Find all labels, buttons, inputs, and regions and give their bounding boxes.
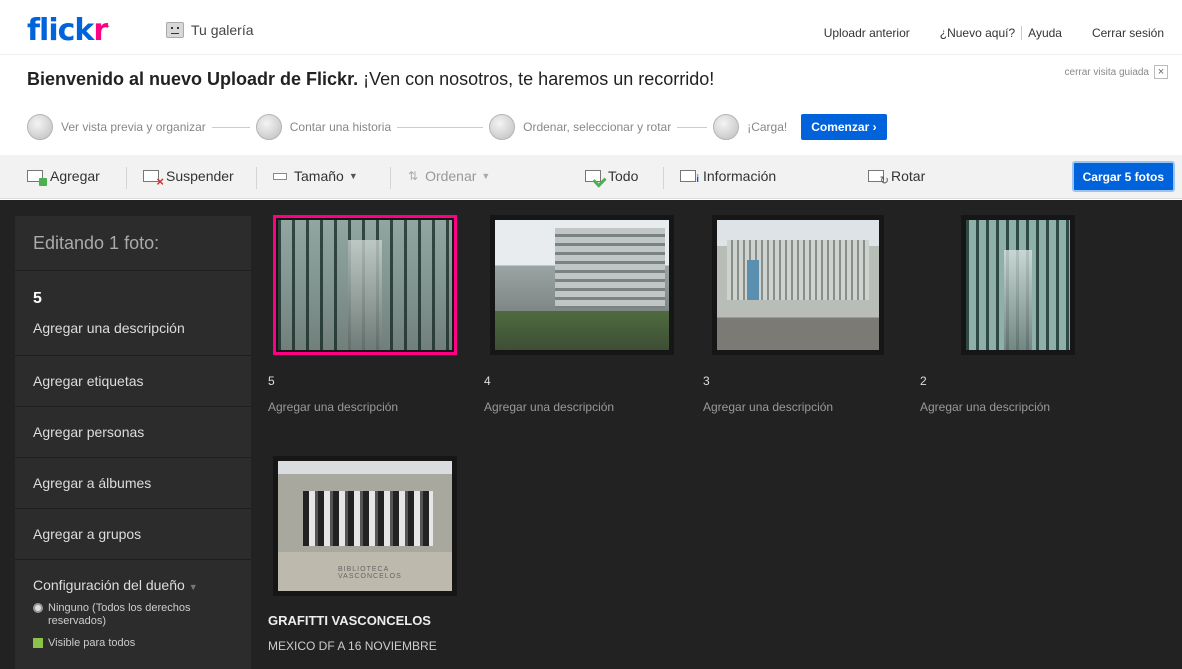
- old-uploadr-link[interactable]: Uploadr anterior: [818, 26, 916, 40]
- photo-image: [278, 220, 452, 350]
- tour-step-preview[interactable]: Ver vista previa y organizar: [27, 114, 256, 140]
- license-icon: [33, 603, 43, 613]
- photo-image: [717, 220, 879, 350]
- add-albums-item[interactable]: Agregar a álbumes: [15, 458, 251, 509]
- buddy-icon: [166, 22, 184, 38]
- sort-dropdown[interactable]: ⇅ Ordenar ▼: [408, 168, 490, 184]
- add-people-item[interactable]: Agregar personas: [15, 407, 251, 458]
- sign-out-link[interactable]: Cerrar sesión: [1086, 26, 1170, 40]
- toolbar: Agregar Suspender Tamaño▼ ⇅Ordenar▼ Todo…: [0, 155, 1182, 199]
- top-nav: flickr· Tu galería Uploadr anterior ¿Nue…: [0, 0, 1182, 54]
- tour-title: Bienvenido al nuevo Uploadr de Flickr. ¡…: [27, 69, 715, 89]
- gallery-label: Tu galería: [191, 22, 254, 38]
- chevron-down-icon: ▼: [188, 582, 198, 592]
- photo-description[interactable]: MEXICO DF A 16 NOVIEMBRE: [268, 639, 437, 653]
- your-gallery-link[interactable]: Tu galería: [166, 22, 254, 38]
- photo-title[interactable]: 2: [920, 374, 927, 388]
- tour-step-story[interactable]: Contar una historia: [255, 114, 489, 140]
- step-dot-icon: [713, 114, 740, 140]
- size-dropdown[interactable]: Tamaño ▼: [273, 168, 358, 184]
- chevron-down-icon: ▼: [348, 171, 358, 181]
- new-here-link[interactable]: ¿Nuevo aquí?: [934, 26, 1023, 40]
- step-dot-icon: [27, 114, 53, 140]
- step-dot-icon: [255, 114, 282, 140]
- upload-photos-button[interactable]: Cargar 5 fotos: [1071, 161, 1175, 192]
- main-workspace: Editando 1 foto: 5 Agregar una descripci…: [0, 200, 1182, 669]
- photo-description[interactable]: Agregar una descripción: [920, 400, 1050, 414]
- tour-step-upload[interactable]: ¡Carga!: [713, 114, 787, 140]
- current-photo-panel: 5 Agregar una descripción: [15, 271, 251, 356]
- suspend-button[interactable]: Suspender: [143, 168, 234, 189]
- select-all-button[interactable]: Todo: [585, 168, 638, 184]
- editing-heading: Editando 1 foto:: [15, 216, 251, 271]
- photo-thumbnail[interactable]: [712, 215, 884, 355]
- guided-tour: Bienvenido al nuevo Uploadr de Flickr. ¡…: [0, 54, 1182, 146]
- photo-title[interactable]: 5: [268, 374, 275, 388]
- visibility-icon: [33, 638, 43, 648]
- photo-description[interactable]: Agregar una descripción: [268, 400, 398, 414]
- remove-photo-icon: [143, 170, 164, 189]
- tour-step-sort[interactable]: Ordenar, seleccionar y rotar: [489, 114, 713, 140]
- flickr-logo[interactable]: flickr·: [27, 10, 110, 48]
- add-tags-item[interactable]: Agregar etiquetas: [15, 356, 251, 407]
- photo-thumbnail[interactable]: [961, 215, 1075, 355]
- license-option[interactable]: Ninguno (Todos los derechos reservados): [33, 602, 251, 628]
- photo-description[interactable]: Agregar una descripción: [703, 400, 833, 414]
- tour-steps: Ver vista previa y organizar Contar una …: [27, 114, 887, 140]
- visibility-option[interactable]: Visible para todos: [33, 637, 251, 650]
- photo-thumbnail[interactable]: [490, 215, 674, 355]
- photo-image: BIBLIOTECA VASCONCELOS: [278, 461, 452, 591]
- start-tour-button[interactable]: Comenzar ›: [801, 114, 887, 140]
- rotate-button[interactable]: Rotar: [868, 168, 925, 187]
- photo-title[interactable]: 4: [484, 374, 491, 388]
- close-icon[interactable]: ×: [1154, 65, 1168, 79]
- info-button[interactable]: Información: [680, 168, 776, 185]
- select-all-icon: [585, 170, 601, 182]
- photo-thumbnail-selected[interactable]: [273, 215, 457, 355]
- rotate-icon: [868, 170, 889, 187]
- photo-title[interactable]: 3: [703, 374, 710, 388]
- add-button[interactable]: Agregar: [27, 168, 100, 186]
- photo-description[interactable]: Agregar una descripción: [484, 400, 614, 414]
- sort-icon: ⇅: [408, 169, 419, 183]
- edit-sidebar: Editando 1 foto: 5 Agregar una descripci…: [15, 216, 251, 669]
- chevron-down-icon: ▼: [481, 171, 491, 181]
- info-icon: [680, 170, 699, 185]
- help-link[interactable]: Ayuda: [1022, 26, 1068, 40]
- photo-image: [495, 220, 669, 350]
- add-photo-icon: [27, 170, 47, 186]
- size-icon: [273, 172, 287, 180]
- photo-thumbnail[interactable]: BIBLIOTECA VASCONCELOS: [273, 456, 457, 596]
- photo-description-field[interactable]: Agregar una descripción: [33, 320, 251, 336]
- step-dot-icon: [489, 114, 516, 140]
- photo-title-field[interactable]: 5: [33, 290, 251, 308]
- owner-settings[interactable]: Configuración del dueño ▼ Ninguno (Todos …: [15, 560, 251, 650]
- close-tour-link[interactable]: cerrar visita guiada ×: [1065, 65, 1168, 79]
- top-links: Uploadr anterior ¿Nuevo aquí? Ayuda Cerr…: [818, 26, 1170, 40]
- photo-title[interactable]: GRAFITTI VASCONCELOS: [268, 613, 431, 628]
- photo-image: [966, 220, 1070, 350]
- add-groups-item[interactable]: Agregar a grupos: [15, 509, 251, 560]
